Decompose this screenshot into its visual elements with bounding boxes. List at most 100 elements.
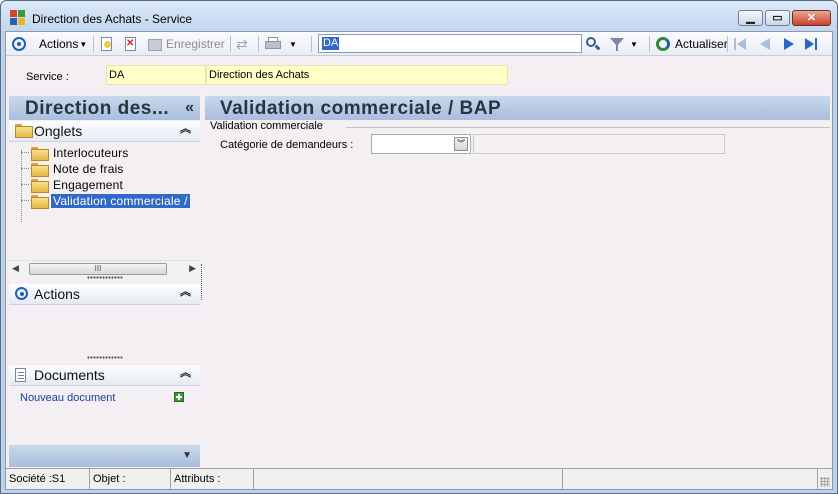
scroll-left-icon[interactable]: ◀ [12,263,19,274]
maximize-icon: ▭ [772,11,783,24]
panel-resize-grip[interactable] [87,276,123,279]
panel-resize-grip[interactable] [87,356,123,359]
target-icon [15,287,28,300]
onglets-panel-header[interactable]: Onglets ︽ [9,121,200,142]
search-input[interactable]: DA [318,34,582,53]
chevron-down-icon: ▼ [79,39,88,49]
tree-item-label: Validation commerciale / [51,193,190,208]
window-title: Direction des Achats - Service [32,12,193,26]
previous-record-icon [757,36,773,52]
actions-icon-button[interactable] [12,35,26,53]
chevron-down-icon[interactable]: ︾ [454,137,468,151]
chevron-down-icon: ▼ [630,39,638,49]
service-name-field[interactable]: Direction des Achats [206,65,508,85]
documents-title: Documents [34,367,105,383]
status-cell [254,469,563,489]
status-attributs: Attributs : [171,469,254,489]
minimize-icon: ▁ [746,11,755,24]
maximize-button[interactable]: ▭ [765,10,790,26]
tree-item-note-de-frais[interactable]: Note de frais [31,161,126,177]
resize-grip[interactable] [820,477,830,487]
chevron-down-icon[interactable]: ▼ [182,450,192,461]
new-button[interactable] [99,35,115,53]
status-cell [563,469,818,489]
sync-button[interactable]: ⇄ [236,35,252,53]
pane-splitter[interactable] [201,264,202,300]
new-document-icon [99,36,115,52]
refresh-button[interactable]: Actualiser [655,35,728,53]
toolbar: Actions ▼ ✕ Enregistrer ⇄ ▼ DA ▼ Actuali… [6,32,832,56]
actions-menu-button[interactable]: Actions ▼ [39,35,87,53]
search-input-value: DA [322,37,340,50]
delete-button[interactable]: ✕ [123,35,139,53]
save-label: Enregistrer [166,37,225,51]
collapse-pane-button[interactable]: « [185,99,194,117]
chevron-up-icon[interactable]: ︽ [180,368,191,379]
tree-item-interlocuteurs[interactable]: Interlocuteurs [31,145,131,161]
app-logo-icon [10,10,26,26]
status-objet: Objet : [90,469,171,489]
scroll-right-icon[interactable]: ▶ [189,263,196,274]
chevron-up-icon[interactable]: ︽ [180,124,191,135]
left-pane-header: Direction des... « [9,95,200,120]
service-code-field[interactable]: DA [106,65,206,85]
app-window: Direction des Achats - Service ▁ ▭ ✕ Act… [0,0,838,494]
status-societe: Société :S1 [6,469,90,489]
folder-icon [31,178,49,193]
refresh-icon [655,36,671,52]
print-button[interactable]: ▼ [264,35,297,53]
documents-panel-header[interactable]: Documents ︽ [9,365,200,386]
main-title: Validation commerciale / BAP [220,98,502,119]
save-icon [147,36,163,52]
scroll-thumb[interactable]: III [29,263,167,275]
main-header: Validation commerciale / BAP [205,95,830,120]
chevron-down-icon: ▼ [289,39,297,49]
tree-item-label: Interlocuteurs [53,145,129,160]
add-icon[interactable] [174,392,184,402]
actions-panel-title: Actions [34,286,80,302]
service-label: Service : [26,71,69,83]
status-bar: Société :S1 Objet : Attributs : [6,468,832,489]
group-divider [346,127,830,128]
last-record-button[interactable] [804,35,820,53]
group-title: Validation commerciale [210,120,326,132]
filter-button[interactable]: ▼ [609,35,638,53]
previous-record-button[interactable] [757,35,773,53]
refresh-icon: ⇄ [236,36,248,52]
close-icon: ✕ [806,11,817,24]
first-record-icon [732,36,748,52]
first-record-button[interactable] [732,35,748,53]
folder-icon [31,162,49,177]
tree-horizontal-scrollbar[interactable]: ◀ III ▶ [9,260,200,277]
title-bar[interactable]: Direction des Achats - Service ▁ ▭ ✕ [1,1,837,31]
actions-panel-header[interactable]: Actions ︽ [9,284,200,305]
new-document-link[interactable]: Nouveau document [20,392,115,404]
open-folder-icon [31,194,49,209]
target-icon [12,37,26,51]
tree-item-engagement[interactable]: Engagement [31,177,125,193]
next-record-button[interactable] [781,35,797,53]
tree-item-validation-commerciale[interactable]: Validation commerciale / [31,193,190,209]
search-button[interactable] [585,35,601,53]
category-description-field [473,134,725,154]
left-pane-title: Direction des... [25,98,170,119]
category-select[interactable]: ︾ [371,134,471,154]
filter-icon [609,36,625,52]
minimize-button[interactable]: ▁ [738,10,763,26]
refresh-label: Actualiser [675,37,728,51]
print-icon [264,36,281,52]
actions-menu-label: Actions [39,37,79,51]
next-record-icon [781,36,797,52]
save-button[interactable]: Enregistrer [147,35,225,53]
tree-item-label: Engagement [53,177,124,192]
onglets-title: Onglets [34,123,83,139]
close-button[interactable]: ✕ [792,10,831,26]
chevron-up-icon[interactable]: ︽ [180,287,191,298]
left-pane-footer: ▼ [9,445,200,467]
client-area: Actions ▼ ✕ Enregistrer ⇄ ▼ DA ▼ Actuali… [5,31,833,490]
delete-icon: ✕ [125,37,136,51]
folder-icon [15,124,33,138]
category-label: Catégorie de demandeurs : [220,139,354,151]
tree-item-label: Note de frais [53,161,124,176]
document-icon [15,368,26,382]
